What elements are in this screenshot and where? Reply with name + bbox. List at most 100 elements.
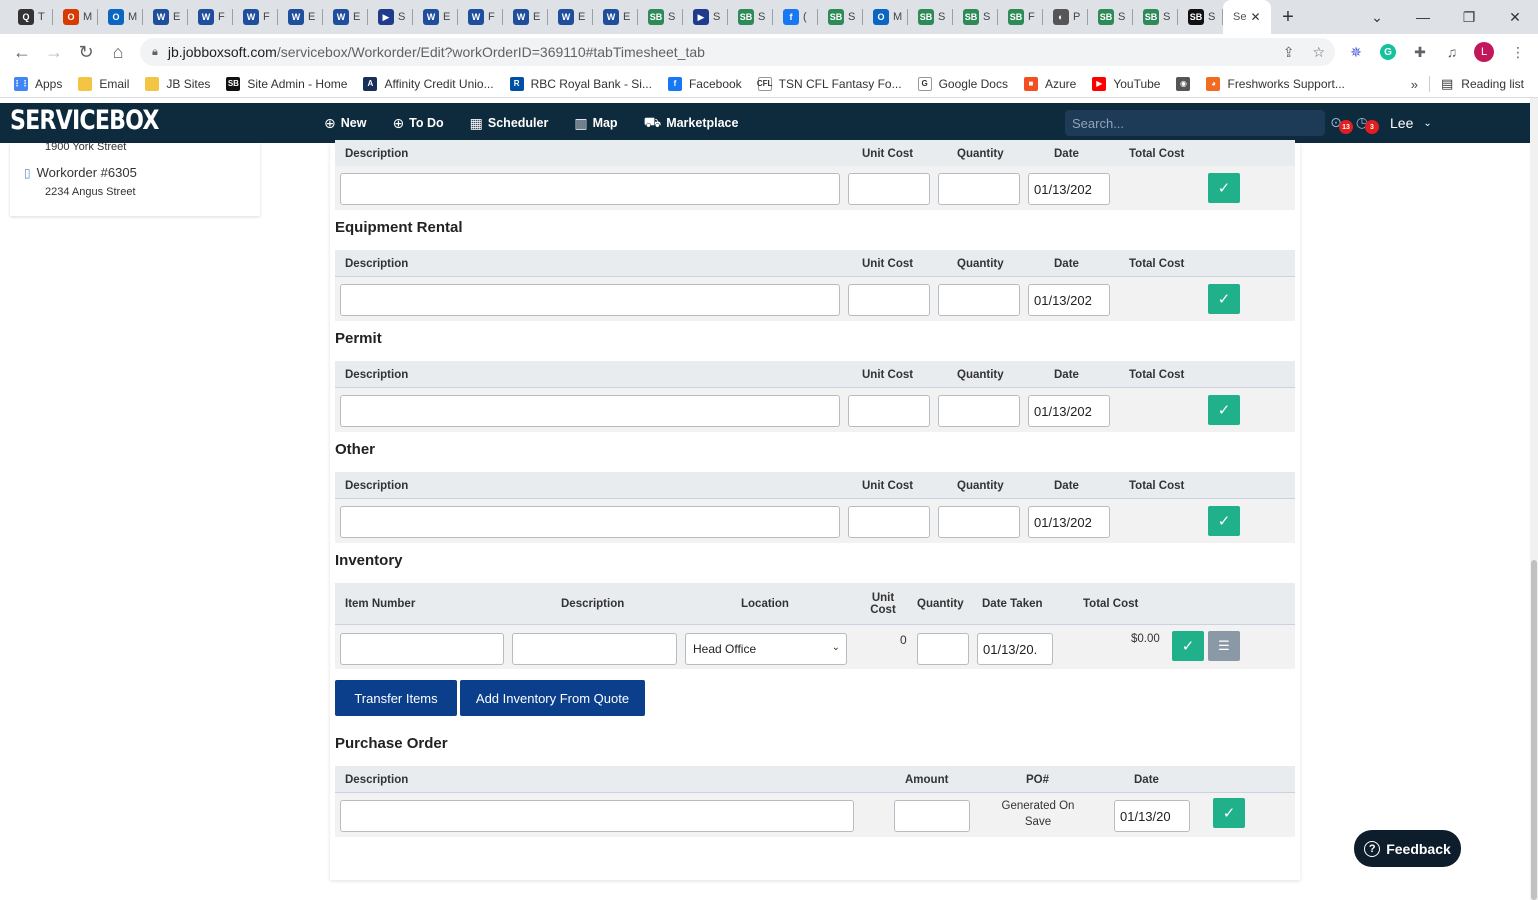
browser-tab[interactable]: ▶ S (368, 0, 413, 34)
browser-tab[interactable]: ▶ S (683, 0, 728, 34)
browser-tab[interactable]: SB F (998, 0, 1043, 34)
search-input[interactable]: Search... (1065, 110, 1325, 136)
nav-item[interactable]: ⛟ Marketplace (644, 114, 739, 133)
browser-tab[interactable]: ◐ P (1043, 0, 1088, 34)
browser-tab[interactable]: f( (773, 0, 818, 34)
item-number-input[interactable] (340, 633, 504, 665)
nav-item[interactable]: ⊕ New (324, 115, 366, 132)
bookmark-item[interactable]: f Facebook (667, 76, 742, 91)
media-control-icon[interactable]: ♫ (1438, 34, 1466, 70)
browser-tab[interactable]: WE (413, 0, 458, 34)
save-row-button[interactable]: ✓ (1208, 506, 1240, 536)
bookmark-star-icon[interactable]: ☆ (1312, 44, 1325, 61)
browser-tab[interactable]: SB S (1088, 0, 1133, 34)
bookmark-item[interactable]: ◕ Freshworks Support... (1206, 76, 1345, 91)
bookmark-item[interactable]: R RBC Royal Bank - Si... (509, 76, 652, 91)
bookmark-item[interactable]: ▶ YouTube (1092, 76, 1160, 91)
user-menu[interactable]: Lee ⌄ (1390, 103, 1432, 143)
save-row-button[interactable]: ✓ (1208, 173, 1240, 203)
share-icon[interactable]: ⇪ (1283, 44, 1295, 61)
bookmark-item[interactable]: A Affinity Credit Unio... (363, 76, 494, 91)
date-taken-input[interactable]: 01/13/20. (977, 633, 1053, 665)
po-date-input[interactable]: 01/13/20 (1114, 800, 1190, 832)
date-input[interactable]: 01/13/202 (1028, 284, 1110, 316)
browser-tab[interactable]: WE (143, 0, 188, 34)
unit-cost-input[interactable] (848, 395, 930, 427)
bookmark-item[interactable]: JB Sites (145, 76, 210, 91)
browser-tab[interactable]: SB S (1133, 0, 1178, 34)
minimize-button[interactable]: — (1400, 0, 1446, 34)
description-input[interactable] (340, 173, 840, 205)
browser-tab[interactable]: WE (323, 0, 368, 34)
extension-icon[interactable]: ✵ (1342, 34, 1370, 70)
page-scrollbar-thumb[interactable] (1531, 560, 1537, 900)
tab-active[interactable]: Se ✕ (1223, 0, 1271, 34)
reading-list-button[interactable]: ▤ Reading list (1429, 70, 1524, 98)
bookmark-item[interactable]: Email (78, 76, 129, 91)
browser-tab[interactable]: OM (53, 0, 98, 34)
unit-cost-input[interactable] (848, 173, 930, 205)
quantity-input[interactable] (938, 506, 1020, 538)
restore-button[interactable]: ❐ (1446, 0, 1492, 34)
save-po-button[interactable]: ✓ (1213, 798, 1245, 828)
browser-tab[interactable]: OM (863, 0, 908, 34)
unit-cost-input[interactable] (848, 506, 930, 538)
lock-icon[interactable]: 🔒︎ (152, 46, 158, 59)
extensions-puzzle-icon[interactable]: ✚ (1406, 34, 1434, 70)
browser-tab[interactable]: WE (503, 0, 548, 34)
browser-tab[interactable]: SB S (1178, 0, 1223, 34)
description-input[interactable] (340, 284, 840, 316)
location-select[interactable]: Head Office ⌄ (685, 633, 847, 665)
browser-tab[interactable]: SB S (953, 0, 998, 34)
quantity-input[interactable] (938, 395, 1020, 427)
profile-avatar[interactable]: L (1470, 34, 1498, 70)
date-input[interactable]: 01/13/202 (1028, 506, 1110, 538)
servicebox-logo[interactable]: SERVICEBOX (10, 105, 159, 136)
description-input[interactable] (340, 506, 840, 538)
browser-tab[interactable]: WE (278, 0, 323, 34)
back-button[interactable]: ← (6, 36, 38, 68)
nav-item[interactable]: ⊕ To Do (392, 115, 443, 132)
inventory-description-input[interactable] (512, 633, 677, 665)
save-row-button[interactable]: ✓ (1208, 284, 1240, 314)
browser-tab[interactable]: WF (188, 0, 233, 34)
add-inventory-from-quote-button[interactable]: Add Inventory From Quote (460, 680, 645, 716)
bookmark-item[interactable]: ■ Azure (1023, 76, 1076, 91)
reload-button[interactable]: ↻ (70, 36, 102, 68)
unit-cost-input[interactable] (848, 284, 930, 316)
description-input[interactable] (340, 395, 840, 427)
quantity-input[interactable] (938, 284, 1020, 316)
browser-menu-icon[interactable]: ⋮ (1504, 34, 1532, 70)
bookmark-item[interactable]: ◉ (1176, 76, 1191, 91)
bookmark-item[interactable]: ⋮⋮ Apps (13, 76, 62, 91)
inventory-quantity-input[interactable] (917, 633, 969, 665)
browser-tab[interactable]: QT (8, 0, 53, 34)
nav-item[interactable]: ▥ Map (574, 115, 617, 132)
address-bar[interactable]: 🔒︎ jb.jobboxsoft.com/servicebox/Workorde… (140, 38, 1335, 66)
transfer-items-button[interactable]: Transfer Items (335, 680, 457, 716)
forward-button[interactable]: → (38, 36, 70, 68)
bookmarks-more-button[interactable]: » (1411, 70, 1418, 98)
browser-tab[interactable]: WE (548, 0, 593, 34)
quantity-input[interactable] (938, 173, 1020, 205)
adjust-inventory-button[interactable]: ☰ (1208, 631, 1240, 661)
bookmark-item[interactable]: G Google Docs (917, 76, 1008, 91)
browser-tab[interactable]: OM (98, 0, 143, 34)
browser-tab[interactable]: SB S (908, 0, 953, 34)
grammarly-icon[interactable]: G (1374, 34, 1402, 70)
browser-tab[interactable]: SB S (728, 0, 773, 34)
bookmark-item[interactable]: CFL TSN CFL Fantasy Fo... (757, 76, 902, 91)
po-description-input[interactable] (340, 800, 854, 832)
date-input[interactable]: 01/13/202 (1028, 395, 1110, 427)
browser-tab[interactable]: WF (233, 0, 278, 34)
browser-tab[interactable]: SB S (818, 0, 863, 34)
browser-tab[interactable]: SB S (638, 0, 683, 34)
nav-item[interactable]: ▦ Scheduler (470, 115, 549, 132)
date-input[interactable]: 01/13/202 (1028, 173, 1110, 205)
workorder-link[interactable]: ▯ Workorder #6305 (24, 165, 137, 180)
po-amount-input[interactable] (894, 800, 970, 832)
close-tab-icon[interactable]: ✕ (1250, 10, 1260, 24)
save-inventory-button[interactable]: ✓ (1172, 631, 1204, 661)
bookmark-item[interactable]: SB Site Admin - Home (226, 76, 347, 91)
browser-tab[interactable]: WE (593, 0, 638, 34)
